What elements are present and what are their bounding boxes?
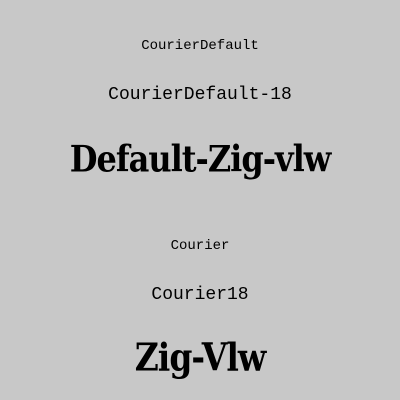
zig-vlw-label: Zig-Vlw <box>134 335 267 380</box>
default-zig-vlw-label: Default-Zig-vlw <box>69 137 332 181</box>
courier-18-label: Courier18 <box>151 285 249 305</box>
courier-default-18-label: CourierDefault-18 <box>108 85 292 105</box>
courier-default-label: CourierDefault <box>141 38 259 54</box>
font-sample-window: { "background_color": "#c8c8c8", "text_c… <box>0 0 400 400</box>
courier-label: Courier <box>170 238 230 254</box>
